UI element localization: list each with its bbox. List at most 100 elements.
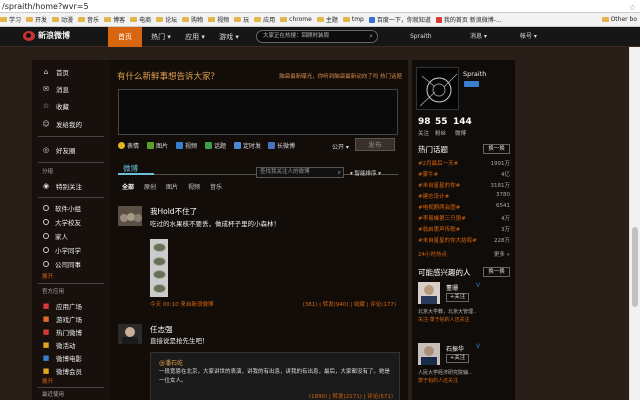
- badge-icon[interactable]: [464, 81, 479, 87]
- group-item[interactable]: 公司同事: [32, 258, 110, 270]
- bookmark-folder[interactable]: 视频: [208, 15, 229, 24]
- video-button[interactable]: 视频: [176, 141, 197, 150]
- bookmark-folder[interactable]: 玩: [234, 15, 249, 24]
- sort-dropdown[interactable]: ▾ 智能排序 ▾: [350, 169, 381, 177]
- topic-item[interactable]: #未自星星的你# 3181万: [418, 181, 510, 189]
- app-item[interactable]: ■ 应用广场: [32, 300, 110, 312]
- bookmark-folder[interactable]: chrome: [280, 16, 312, 23]
- bookmark-folder[interactable]: 主题: [316, 15, 338, 24]
- suggested-name[interactable]: 石振华: [446, 344, 464, 353]
- bookmark-folder[interactable]: 电商: [130, 15, 151, 24]
- follow-button[interactable]: +关注: [446, 293, 469, 302]
- leftnav-sent-to-me[interactable]: ☺ 发给我的: [32, 118, 110, 130]
- long-post-button[interactable]: 长微博: [268, 141, 295, 150]
- post-meta[interactable]: 今天 00:10 来自新浪微博: [150, 300, 213, 308]
- leftnav-favorites[interactable]: ☆ 收藏: [32, 100, 110, 112]
- feed-search-input[interactable]: 查找我关注人的微博 ⌕: [256, 167, 344, 178]
- nav-user[interactable]: Spraith: [410, 27, 432, 47]
- post-actions[interactable]: (381) | 转发(940) | 收藏 | 评论(177): [303, 300, 396, 308]
- topic-item[interactable]: #翁启惠声传歌# 3万: [418, 225, 510, 233]
- group-item[interactable]: 家人: [32, 230, 110, 242]
- compose-textarea[interactable]: [118, 89, 398, 135]
- page-scrollbar[interactable]: [629, 47, 640, 400]
- change-topics-button[interactable]: 换一换: [483, 144, 510, 154]
- filter-videos[interactable]: 视频: [188, 182, 200, 191]
- app-item[interactable]: ■ 微博电影: [32, 352, 110, 364]
- image-button[interactable]: 图片: [147, 141, 168, 150]
- topic-button[interactable]: 话题: [205, 141, 226, 150]
- nav-apps[interactable]: 应用 ▾: [180, 27, 210, 47]
- address-bar[interactable]: /spraith/home?wvr=5 ☆: [0, 0, 640, 13]
- emoji-button[interactable]: 表情: [118, 141, 139, 150]
- bookmark-folder[interactable]: 音乐: [78, 15, 99, 24]
- leftnav-messages[interactable]: ✉ 消息: [32, 83, 110, 95]
- fans-count[interactable]: 55: [435, 117, 448, 127]
- group-item[interactable]: 大学校友: [32, 216, 110, 228]
- search-icon[interactable]: ⌕: [369, 31, 373, 42]
- suggested-name[interactable]: 董珊: [446, 283, 458, 292]
- app-item[interactable]: ■ 微博会员: [32, 365, 110, 377]
- follow-button[interactable]: +关注: [446, 354, 469, 363]
- post-author[interactable]: 我Hold不住了: [150, 206, 197, 217]
- promo-link[interactable]: 脑袋最新曝光，你听到脑袋最新动向了吗 热门话题: [279, 72, 402, 80]
- post-image[interactable]: [150, 239, 168, 297]
- bookmark-folder[interactable]: tmp: [342, 16, 364, 23]
- app-item[interactable]: ■ 热门微博: [32, 326, 110, 338]
- weibo-logo[interactable]: 新浪微博: [23, 30, 70, 41]
- bookmark-folder[interactable]: 应用: [254, 15, 275, 24]
- avatar[interactable]: [418, 282, 440, 304]
- bookmark-folder[interactable]: 论坛: [156, 15, 177, 24]
- visibility-dropdown[interactable]: 公开 ▾: [332, 142, 349, 151]
- filter-all[interactable]: 全部: [122, 182, 134, 191]
- bookmark-folder[interactable]: 学习: [0, 15, 21, 24]
- publish-button[interactable]: 发布: [355, 138, 395, 151]
- bookmark-folder[interactable]: 开发: [26, 15, 47, 24]
- search-icon[interactable]: ⌕: [338, 168, 341, 177]
- more-topics-link[interactable]: 更多 »: [494, 250, 510, 258]
- topic-item[interactable]: #2月最后一天# 1991万: [418, 159, 510, 167]
- follow-count[interactable]: 98: [418, 117, 431, 127]
- schedule-button[interactable]: 定时发: [234, 141, 261, 150]
- filter-original[interactable]: 原创: [144, 182, 156, 191]
- profile-avatar[interactable]: [416, 67, 459, 110]
- repost-actions[interactable]: (1890) | 转发(2171) | 评论(571): [309, 392, 393, 400]
- filter-music[interactable]: 音乐: [210, 182, 222, 191]
- bookmark-baidu[interactable]: 百度一下，你就知道: [368, 15, 431, 24]
- topic-item[interactable]: #李易峰第三只狼# 4万: [418, 214, 510, 222]
- 24h-hot-link[interactable]: 24小时热点: [418, 250, 447, 258]
- profile-name[interactable]: Spraith: [463, 70, 486, 78]
- other-bookmarks[interactable]: Other bo: [601, 16, 637, 23]
- bookmark-folder[interactable]: 购物: [182, 15, 203, 24]
- topic-item[interactable]: #建志设计# 3780: [418, 192, 510, 200]
- leftnav-home[interactable]: ⌂ 首页: [32, 66, 110, 78]
- leftnav-friends-circle[interactable]: ◎ 好友圈: [32, 144, 110, 156]
- topic-item[interactable]: #电视剧两会图# 6541: [418, 203, 510, 211]
- avatar[interactable]: [118, 324, 142, 344]
- post-author[interactable]: 任志强: [150, 324, 173, 335]
- bookmark-folder[interactable]: 动漫: [52, 15, 73, 24]
- topic-item[interactable]: #蒙牛# 4亿: [418, 170, 510, 178]
- group-item[interactable]: 软件小组: [32, 202, 110, 214]
- bookmark-folder[interactable]: 博客: [104, 15, 125, 24]
- avatar[interactable]: [118, 206, 142, 226]
- bookmark-weibo[interactable]: 我的首页 新浪微博-...: [435, 15, 502, 24]
- topic-item[interactable]: #未自星星的你大结局# 228万: [418, 236, 510, 244]
- avatar[interactable]: [418, 343, 440, 365]
- nav-games[interactable]: 游戏 ▾: [214, 27, 244, 47]
- leftnav-special-follow[interactable]: ◉ 特别关注: [32, 180, 110, 192]
- app-item[interactable]: ■ 游戏广场: [32, 313, 110, 325]
- posts-count[interactable]: 144: [453, 117, 472, 127]
- nav-hot[interactable]: 热门 ▾: [146, 27, 176, 47]
- app-item[interactable]: ■ 微活动: [32, 339, 110, 351]
- nav-messages[interactable]: 消息 ▾: [470, 27, 487, 47]
- search-input[interactable]: 大家正在热搜：回顾时装周 ⌕: [256, 30, 378, 43]
- expand-groups-link[interactable]: 展开: [42, 272, 53, 280]
- change-suggestions-button[interactable]: 换一换: [483, 267, 510, 277]
- scrollbar-thumb[interactable]: [632, 227, 638, 307]
- repost-author[interactable]: @潘石屹: [159, 358, 183, 367]
- nav-account[interactable]: 帐号 ▾: [520, 27, 537, 47]
- nav-home[interactable]: 首页: [108, 27, 142, 47]
- filter-images[interactable]: 图片: [166, 182, 178, 191]
- group-item[interactable]: 小学同学: [32, 244, 110, 256]
- expand-apps-link[interactable]: 展开: [42, 377, 53, 385]
